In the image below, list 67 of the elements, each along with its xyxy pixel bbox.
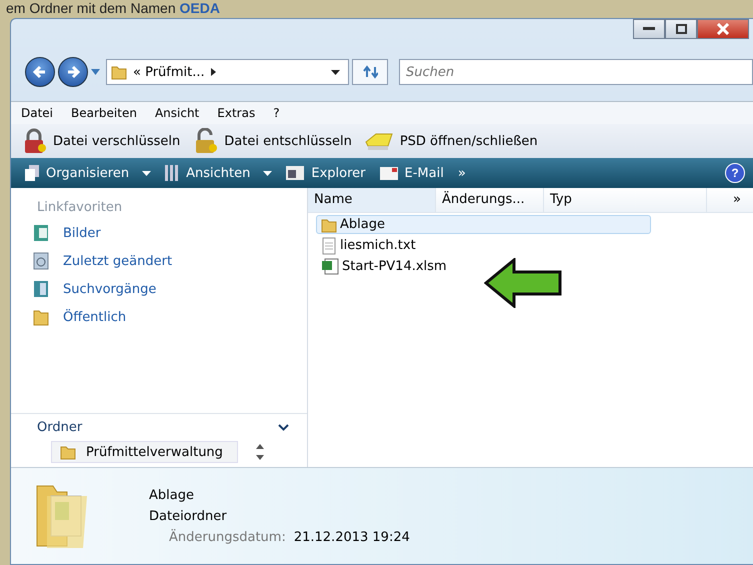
- pictures-icon: [33, 224, 49, 242]
- address-bar[interactable]: « Prüfmit...: [106, 59, 349, 85]
- clock-document-icon: [33, 252, 49, 270]
- caret-down-icon[interactable]: [142, 170, 152, 176]
- command-button[interactable]: Explorer: [286, 166, 366, 180]
- favorite-link[interactable]: Suchvorgänge: [11, 275, 307, 303]
- grid-icon: [165, 165, 180, 181]
- envelope-icon: [380, 166, 398, 180]
- document-icon: [33, 280, 49, 298]
- minimize-button[interactable]: [633, 19, 665, 39]
- pages-icon: [25, 165, 39, 181]
- date-value: 21.12.2013 19:24: [294, 530, 410, 544]
- refresh-icon: [362, 65, 378, 79]
- menu-item[interactable]: Datei: [21, 106, 54, 120]
- item-type: Dateiordner: [149, 508, 228, 524]
- toolbar-button[interactable]: Datei entschlüsseln: [188, 128, 356, 154]
- toolbar-button[interactable]: PSD öffnen/schließen: [360, 130, 542, 152]
- favorite-link[interactable]: Öffentlich: [11, 303, 307, 331]
- menu-item[interactable]: Extras: [217, 106, 256, 120]
- forward-button[interactable]: [58, 57, 88, 87]
- window-icon: [286, 166, 304, 180]
- text-file-icon: [321, 236, 337, 254]
- menu-item[interactable]: Bearbeiten: [71, 106, 137, 120]
- column-header[interactable]: Name: [308, 188, 436, 212]
- section-heading: Linkfavoriten: [36, 199, 124, 217]
- chevron-right-icon: [210, 68, 216, 76]
- maximize-icon: [676, 24, 686, 34]
- address-path: « Prüfmit...: [133, 64, 205, 80]
- maximize-button[interactable]: [665, 19, 697, 39]
- command-button[interactable]: E-Mail: [380, 166, 444, 180]
- item-name: Ablage: [149, 488, 195, 502]
- file-row[interactable]: Start-PV14.xlsm: [316, 257, 651, 276]
- close-button[interactable]: [697, 19, 749, 39]
- dropdown-icon[interactable]: [331, 70, 340, 74]
- scroll-arrows-icon[interactable]: [256, 443, 264, 461]
- refresh-button[interactable]: [352, 59, 388, 85]
- back-button[interactable]: [25, 57, 55, 87]
- back-arrow-icon: [32, 64, 48, 80]
- spreadsheet-icon: [321, 258, 339, 275]
- more-button[interactable]: »: [458, 166, 466, 180]
- folder-icon: [33, 308, 49, 326]
- favorite-link[interactable]: Zuletzt geändert: [11, 247, 307, 275]
- chevron-down-icon[interactable]: [278, 424, 289, 431]
- column-header[interactable]: Änderungs...: [436, 188, 544, 212]
- folder-icon: [60, 444, 76, 460]
- forward-arrow-icon: [65, 64, 81, 80]
- folder-icon: [111, 64, 127, 80]
- toolbar-button[interactable]: Datei verschlüsseln: [17, 128, 184, 154]
- more-columns-button[interactable]: »: [707, 188, 753, 212]
- menu-item[interactable]: Ansicht: [154, 106, 200, 120]
- section-heading: Ordner: [37, 420, 82, 435]
- minimize-icon: [643, 27, 655, 31]
- folder-icon: [321, 216, 337, 232]
- search-field[interactable]: Suchen: [399, 59, 753, 85]
- column-header[interactable]: Typ: [544, 188, 707, 212]
- caption-text: em Ordner mit dem Namen OEDA: [6, 0, 220, 17]
- file-row[interactable]: Ablage: [316, 215, 651, 234]
- command-button[interactable]: Ansichten: [165, 165, 272, 181]
- menu-item[interactable]: ?: [273, 106, 280, 120]
- help-button[interactable]: ?: [725, 163, 745, 183]
- caret-down-icon[interactable]: [263, 170, 272, 176]
- command-button[interactable]: Organisieren: [25, 165, 152, 181]
- tree-item[interactable]: Prüfmittelverwaltung: [51, 441, 238, 463]
- favorite-link[interactable]: Bilder: [11, 219, 307, 247]
- file-row[interactable]: liesmich.txt: [316, 236, 651, 255]
- close-icon: [716, 23, 730, 35]
- date-label: Änderungsdatum:: [169, 530, 286, 544]
